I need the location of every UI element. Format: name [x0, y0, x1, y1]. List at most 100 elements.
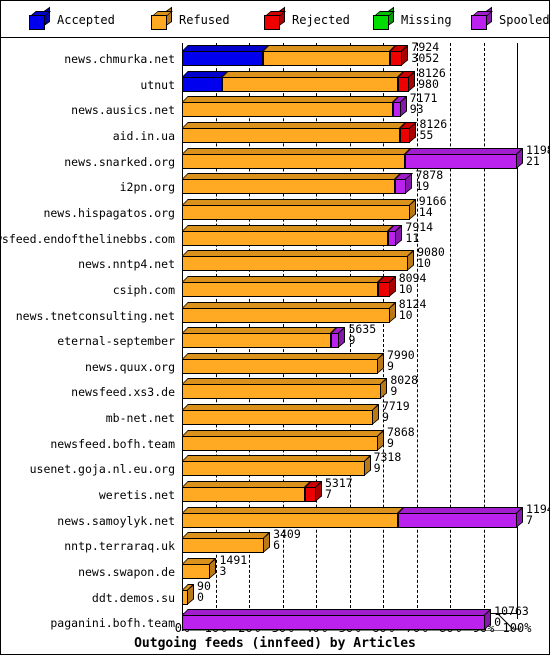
bar[interactable]: 119417	[1, 503, 550, 528]
bar[interactable]: 7990 9	[1, 349, 549, 374]
bar[interactable]: 5317 7	[1, 477, 549, 503]
plot-area: 0%10%20%30%40%50%60%70%80%90%100% news.c…	[0, 38, 550, 654]
bar-segment-refused[interactable]	[182, 204, 410, 220]
bar-segment-refused[interactable]	[182, 589, 189, 605]
bar[interactable]: 1491 3	[1, 554, 549, 579]
bar-segment-refused[interactable]	[182, 153, 405, 169]
bar-segment-refused[interactable]	[182, 358, 378, 374]
bar-value-sub: 93	[409, 102, 424, 117]
bar-segment-refused[interactable]	[182, 538, 265, 554]
bar[interactable]: 10763 0	[1, 606, 549, 631]
chart-container: AcceptedRefusedRejectedMissingSpooled 0%…	[0, 0, 550, 655]
bar-segment-accepted[interactable]	[182, 51, 264, 66]
bar-segment-side-refused	[263, 532, 271, 554]
bar-value-sub: 10	[398, 281, 413, 296]
legend-label: Accepted	[57, 13, 115, 27]
bar-value-label: 1491 3	[219, 554, 247, 577]
bar-segment-refused[interactable]	[182, 564, 211, 579]
bar-segment-spooled[interactable]	[393, 102, 401, 118]
bar[interactable]: 90 0	[1, 580, 549, 605]
bar-value-label: 5635 9	[348, 323, 376, 346]
bar[interactable]: 8126 980	[1, 67, 549, 92]
bar-row: news.quux.org 7990 9	[1, 349, 549, 375]
bar[interactable]: 8126 55	[1, 118, 549, 143]
cube-icon	[471, 6, 493, 30]
bar-segment-refused[interactable]	[182, 230, 389, 246]
bar[interactable]: 8094 10	[1, 272, 549, 297]
bar-segment-refused[interactable]	[182, 256, 409, 272]
bar-value-sub: 7	[526, 512, 533, 527]
bar-value-label: 1198521	[526, 144, 550, 168]
legend-item-spooled: Spooled	[471, 6, 550, 31]
bar-segment-refused[interactable]	[182, 127, 400, 143]
bar[interactable]: 5635 9	[1, 323, 549, 349]
bar-row: news.nntp4.net 9080 10	[1, 246, 549, 272]
bar[interactable]: 7318 9	[1, 452, 549, 477]
bar-segment-refused[interactable]	[182, 410, 373, 426]
bar-segment-refused[interactable]	[222, 76, 399, 92]
bar-value-label: 9166 14	[418, 195, 447, 219]
bar-row: ddt.demos.su 90 0	[1, 580, 549, 606]
bar[interactable]: 7914 11	[1, 221, 549, 246]
bar-value-label: 7924 3052	[411, 41, 439, 64]
bar-value-sub: 21	[526, 153, 540, 168]
bar-segment-accepted[interactable]	[182, 76, 223, 92]
bar-value-label: 119417	[526, 503, 550, 527]
x-axis-title: Outgoing feeds (innfeed) by Articles	[134, 636, 416, 651]
bar-segment-refused[interactable]	[182, 102, 394, 118]
bar-segment-refused[interactable]	[182, 487, 306, 503]
bar-value-sub: 55	[419, 127, 434, 142]
bar-value-sub: 980	[418, 76, 439, 91]
bar-segment-spooled[interactable]	[388, 230, 397, 246]
bar-segment-refused[interactable]	[182, 384, 382, 400]
bar-row: csiph.com 8094 10	[1, 272, 549, 298]
bar-segment-spooled[interactable]	[404, 153, 517, 169]
legend-label: Spooled	[499, 13, 550, 27]
bar-segment-side-rejected	[409, 122, 417, 143]
bar-segment-rejected[interactable]	[398, 76, 410, 92]
bar-segment-refused[interactable]	[182, 435, 378, 451]
bar[interactable]: 1198521	[1, 144, 550, 169]
legend-item-rejected: Rejected	[264, 6, 350, 31]
bar[interactable]: 3409 6	[1, 529, 549, 554]
bar-value-label: 8126 980	[418, 67, 446, 91]
bar-segment-rejected[interactable]	[399, 127, 411, 143]
bar[interactable]: 7868 9	[1, 426, 549, 451]
bar-segment-spooled[interactable]	[398, 512, 517, 528]
bar-segment-refused[interactable]	[182, 179, 395, 195]
bar-segment-spooled[interactable]	[394, 179, 407, 195]
bar-segment-refused[interactable]	[182, 281, 378, 297]
bar[interactable]: 9166 14	[1, 195, 549, 220]
bar[interactable]: 9080 10	[1, 246, 549, 272]
bar-value-sub: 9	[390, 384, 398, 399]
bar-value-label: 7719 9	[382, 400, 410, 423]
bar-segment-side-refused	[380, 378, 388, 400]
bar-segment-refused[interactable]	[263, 51, 391, 66]
bar-row: news.samoylyk.net119417	[1, 503, 550, 529]
legend-label: Refused	[179, 13, 230, 27]
bar-segment-refused[interactable]	[182, 333, 332, 349]
bar[interactable]: 7924 3052	[1, 41, 549, 66]
bar-segment-spooled[interactable]	[182, 615, 486, 631]
bar[interactable]: 8124 10	[1, 298, 549, 323]
bar-segment-rejected[interactable]	[305, 487, 316, 503]
cube-icon	[29, 6, 51, 30]
bar-segment-side-spooled	[484, 609, 492, 631]
bar-segment-side-spooled	[399, 96, 407, 118]
bar[interactable]: 7878 19	[1, 170, 549, 195]
chart-legend: Accepted Refused Rejected Missing Spooled	[1, 1, 550, 38]
bar-segment-refused[interactable]	[182, 461, 365, 477]
bar-segment-refused[interactable]	[182, 307, 390, 323]
bar-row: newsfeed.bofh.team 7868 9	[1, 426, 549, 452]
bar-segment-spooled[interactable]	[331, 333, 340, 349]
bar-value-label: 10763 0	[494, 606, 529, 629]
bar-segment-refused[interactable]	[182, 512, 399, 528]
bar[interactable]: 7719 9	[1, 400, 549, 426]
bar-value-label: 9080 10	[417, 246, 445, 269]
cube-icon	[151, 6, 173, 30]
bar-segment-rejected[interactable]	[390, 51, 403, 66]
bar-segment-rejected[interactable]	[377, 281, 390, 297]
bar[interactable]: 7171 93	[1, 93, 549, 118]
bar-value-sub: 14	[418, 204, 433, 219]
bar[interactable]: 8028 9	[1, 375, 549, 400]
